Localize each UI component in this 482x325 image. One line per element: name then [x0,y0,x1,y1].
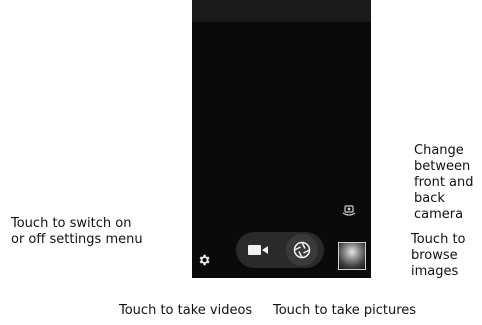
shutter-circle [286,234,318,266]
gallery-annotation: Touch to browse images [411,232,466,279]
video-annotation: Touch to take videos [119,303,253,318]
switch-camera-annotation: Change between front and back camera [414,143,474,222]
picture-annotation: Touch to take pictures [273,303,417,318]
camera-switch-icon [342,205,356,216]
gallery-thumbnail[interactable] [338,242,366,270]
shutter-button[interactable] [283,234,321,266]
settings-button[interactable] [196,252,212,268]
capture-controls [236,232,324,268]
gear-icon [199,254,210,266]
shutter-aperture-icon [293,241,311,259]
settings-annotation: Touch to switch on or off settings menu [11,216,143,247]
video-camera-icon [248,245,268,255]
video-button[interactable] [239,235,277,265]
switch-camera-button[interactable] [341,204,357,218]
status-bar [192,0,371,22]
